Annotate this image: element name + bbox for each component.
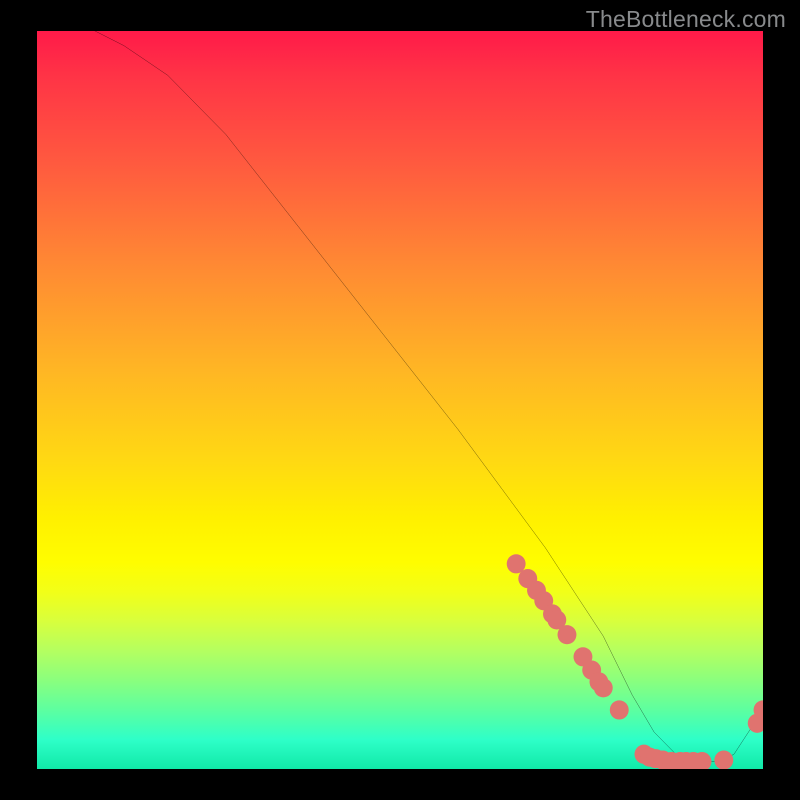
chart-stage: TheBottleneck.com [0, 0, 800, 800]
data-marker [610, 700, 629, 719]
data-marker [558, 625, 577, 644]
data-marker [594, 678, 613, 697]
chart-svg [37, 31, 763, 769]
plot-area [37, 31, 763, 769]
curve-line [37, 31, 763, 762]
markers-group [507, 554, 763, 769]
watermark-text: TheBottleneck.com [586, 6, 786, 33]
data-marker [714, 751, 733, 769]
